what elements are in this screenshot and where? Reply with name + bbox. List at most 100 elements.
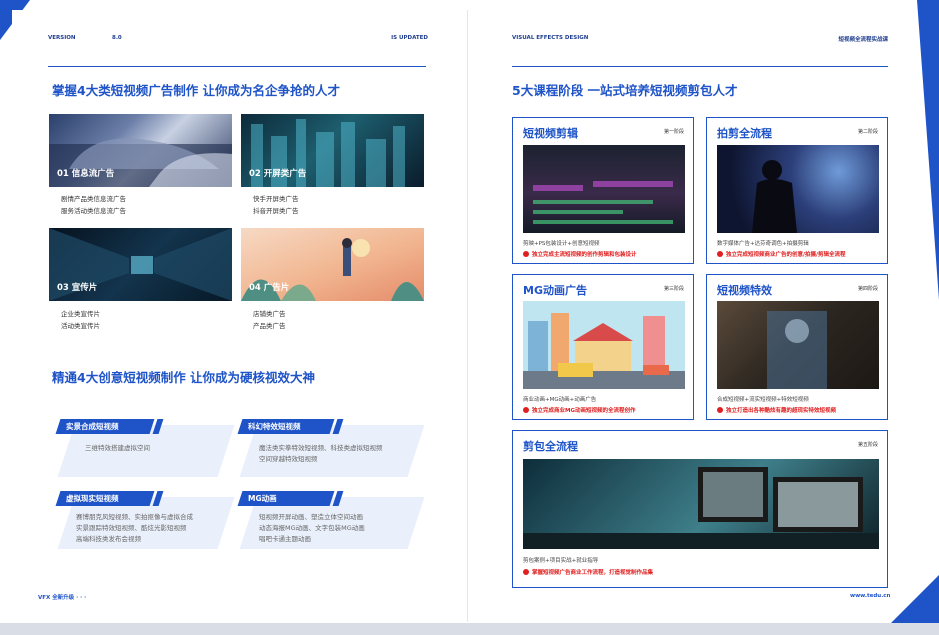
highlight-text: 独立完成商业MG动画短视频的全流程创作 (532, 408, 636, 414)
filming-image (717, 145, 879, 233)
version-label: VERSION (48, 35, 76, 41)
ad-line: 抖音开屏类广告 (253, 207, 299, 215)
updated-label: IS UPDATED (391, 35, 428, 41)
decor-bottom-band (0, 623, 939, 635)
card-highlight: 独立打造出各种酷炫有趣的超现实特效短视频 (717, 406, 836, 414)
tag-label: MG动画 (248, 494, 277, 503)
card-highlight: 独立完成主流短视频的创作剪辑和包装设计 (523, 250, 637, 258)
card-title: 短视频剪辑 (523, 127, 578, 140)
highlight-text: 独立完成主流短视频的创作剪辑和包装设计 (532, 252, 637, 258)
card-stage: 第三阶段 (663, 286, 684, 292)
card-desc: 合成短视频+流实短视频+特效短视频 (717, 397, 809, 403)
ad-image-commercial: 04 广告片 (241, 228, 424, 301)
card-highlight: 独立完成商业MG动画短视频的全流程创作 (523, 406, 636, 414)
card-stage: 第五阶段 (857, 442, 878, 448)
ad-caption-commercial: 04 广告片 (249, 283, 290, 293)
ad-lines-feed: 剧情产品类信息流广告 服务活动类信息流广告 (61, 193, 126, 217)
card-desc: 剪映+PS包装设计+创意短视频 (523, 241, 600, 247)
course-card-3: MG动画广告 第三阶段 商业动画+MG动画+动画广告 独立完成商业MG动画短视频… (512, 274, 694, 420)
ad-lines-splash: 快手开屏类广告 抖音开屏类广告 (253, 193, 299, 217)
card-desc: 商业动画+MG动画+动画广告 (523, 397, 597, 403)
ad-caption-feed: 01 信息流广告 (57, 169, 115, 179)
creative-tag-scifi: 科幻特效短视频 (237, 419, 335, 434)
left-header: VERSION 8.0 IS UPDATED (48, 35, 428, 45)
creative-text-vr: 赛博朋克风短视频、实拍抠像与虚拟合成 实景跟踪特效短视频、酷炫光影短视频 高端科… (76, 512, 193, 545)
decor-corner-top-right (917, 0, 939, 300)
creative-text-mg: 短视频开屏动画、塑造立体空间动画 动态海报MG动画、文字包装MG动画 唱吧卡通主… (259, 512, 365, 545)
card-highlight: 独立完成短视频商业广告的创意/拍摄/剪辑全流程 (717, 250, 846, 258)
ad-line: 店铺类广告 (253, 310, 286, 318)
course-card-2: 拍剪全流程 第二阶段 数字媒体广告+达芬奇调色+拍摄剪辑 独立完成短视频商业广告… (706, 117, 888, 264)
card-title: MG动画广告 (523, 284, 587, 297)
tag-label: 实景合成短视频 (66, 422, 119, 431)
bullet-icon (523, 407, 529, 413)
tag-label: 虚拟现实短视频 (66, 494, 119, 503)
website-link[interactable]: www.tedu.cn (850, 593, 890, 599)
vfx-image (717, 301, 879, 389)
studio-image (523, 459, 879, 549)
timeline-illustration (533, 181, 673, 224)
right-header-rule (512, 66, 888, 67)
ad-line: 剧情产品类信息流广告 (61, 195, 126, 203)
card-stage: 第二阶段 (857, 129, 878, 135)
creative-line: 空间穿越特效短视频 (259, 455, 318, 463)
bullet-icon (717, 407, 723, 413)
ad-caption-splash: 02 开屏类广告 (249, 169, 307, 179)
bullet-icon (523, 569, 529, 575)
card-highlight: 掌握短视频广告商业工作流程，打造视觉制作品集 (523, 568, 653, 576)
editing-image (523, 145, 685, 233)
creative-line: 唱吧卡通主题动画 (259, 535, 311, 543)
ad-line: 企业类宣传片 (61, 310, 100, 318)
ad-line: 服务活动类信息流广告 (61, 207, 126, 215)
section1-title: 掌握4大类短视频广告制作 让你成为名企争抢的人才 (52, 83, 341, 98)
ad-line: 快手开屏类广告 (253, 195, 299, 203)
mg-image (523, 301, 685, 389)
highlight-text: 独立打造出各种酷炫有趣的超现实特效短视频 (726, 408, 837, 414)
left-header-rule (48, 66, 426, 67)
course-card-1: 短视频剪辑 第一阶段 剪映+PS包装设计+创意短视频 独立完成主流短视频的创作剪… (512, 117, 694, 264)
card-title: 拍剪全流程 (717, 127, 772, 140)
page-divider (467, 10, 468, 622)
creative-text-scifi: 魔法类实拳特效短视频、科技类虚拟短视频 空间穿越特效短视频 (259, 443, 383, 465)
creative-tag-mg: MG动画 (237, 491, 335, 506)
right-header-right: 短视频全流程实战课 (838, 37, 888, 43)
courses-title: 5大课程阶段 一站式培养短视频剪包人才 (512, 83, 738, 98)
highlight-text: 掌握短视频广告商业工作流程，打造视觉制作品集 (532, 570, 654, 576)
creative-tag-composite: 实景合成短视频 (55, 419, 155, 434)
creative-tag-vr: 虚拟现实短视频 (55, 491, 155, 506)
card-desc: 数字媒体广告+达芬奇调色+拍摄剪辑 (717, 241, 809, 247)
ad-image-promo: 03 宣传片 (49, 228, 232, 301)
robot-suit-illustration (767, 311, 827, 389)
highlight-text: 独立完成短视频商业广告的创意/拍摄/剪辑全流程 (726, 252, 846, 258)
creative-line: 实景跟踪特效短视频、酷炫光影短视频 (76, 524, 187, 532)
creative-line: 三维特效搭建虚拟空间 (85, 444, 150, 452)
ad-lines-commercial: 店铺类广告 产品类广告 (253, 308, 286, 332)
left-footer: VFX 全新升级 · · · (38, 595, 87, 601)
version-number: 8.0 (112, 35, 122, 41)
tag-label: 科幻特效短视频 (248, 422, 301, 431)
creative-line: 动态海报MG动画、文字包装MG动画 (259, 524, 365, 532)
ad-line: 活动类宣传片 (61, 322, 100, 330)
creative-text-composite: 三维特效搭建虚拟空间 (85, 443, 150, 454)
creative-line: 赛博朋克风短视频、实拍抠像与虚拟合成 (76, 513, 193, 521)
course-card-4: 短视频特效 第四阶段 合成短视频+流实短视频+特效短视频 独立打造出各种酷炫有趣… (706, 274, 888, 420)
ad-line: 产品类广告 (253, 322, 286, 330)
ad-image-splash: 02 开屏类广告 (241, 114, 424, 187)
card-desc: 剪包案例+项目实战+就业指导 (523, 558, 599, 564)
card-title: 短视频特效 (717, 284, 772, 297)
ad-caption-promo: 03 宣传片 (57, 283, 98, 293)
right-header: VISUAL EFFECTS DESIGN 短视频全流程实战课 (512, 35, 888, 45)
bullet-icon (717, 251, 723, 257)
monitors-illustration (523, 467, 879, 549)
creative-line: 魔法类实拳特效短视频、科技类虚拟短视频 (259, 444, 383, 452)
creative-line: 短视频开屏动画、塑造立体空间动画 (259, 513, 363, 521)
section2-title: 精通4大创意短视频制作 让你成为硬核视效大神 (52, 370, 316, 385)
card-title: 剪包全流程 (523, 440, 578, 453)
card-stage: 第四阶段 (857, 286, 878, 292)
ad-image-feed: 01 信息流广告 (49, 114, 232, 187)
camera-operator-illustration (752, 160, 797, 233)
ad-lines-promo: 企业类宣传片 活动类宣传片 (61, 308, 100, 332)
mg-city-illustration (523, 313, 685, 389)
course-card-5: 剪包全流程 第五阶段 剪包案例+项目实战+就业指导 掌握短视频广告商业工作流程，… (512, 430, 888, 588)
creative-line: 高端科技类发布会视频 (76, 535, 141, 543)
